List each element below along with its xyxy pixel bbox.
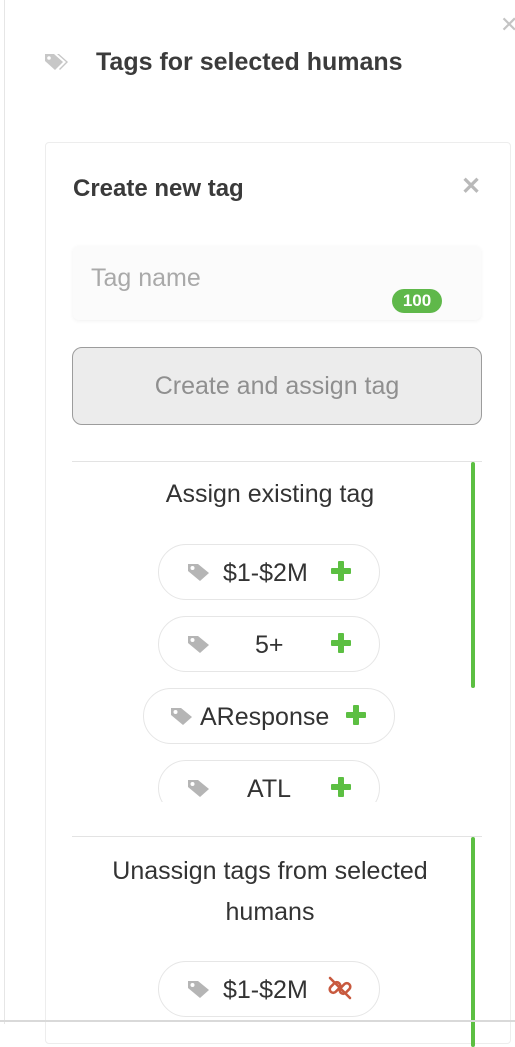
unassign-heading: Unassign tags from selected [112,857,428,885]
tag-icon [171,708,192,725]
bottom-border [0,1020,515,1022]
tag-icon [188,636,209,653]
page-title: Tags for selected humans [96,47,403,76]
close-icon[interactable]: ✕ [461,175,481,199]
tag-chip[interactable]: $1-$2M [158,544,380,600]
tag-icon [188,780,209,797]
tag-chip[interactable]: AResponse [143,688,395,744]
sidebar-header: Tags for selected humans [44,46,403,78]
unlink-icon[interactable] [327,975,353,1001]
tags-icon [45,54,68,70]
tag-icon [188,981,209,998]
tag-label: ATL [247,775,291,802]
panel-left-border [4,0,5,1024]
unassign-section: Unassign tags from selected humans $1-$2… [72,836,482,1047]
tag-label: AResponse [200,703,330,731]
create-tag-panel: Create new tag ✕ 100 Create and assign t… [45,142,511,1047]
assign-existing-section: Assign existing tag $1-$2M 5+ AResponse … [72,461,482,802]
plus-icon[interactable] [329,631,353,655]
plus-icon[interactable] [329,775,353,799]
create-tag-title: Create new tag [73,175,244,202]
char-counter-badge: 100 [392,289,442,313]
tag-label: $1-$2M [223,559,308,587]
tag-label: $1-$2M [223,976,308,1004]
assign-heading: Assign existing tag [165,480,375,508]
create-and-assign-button[interactable]: Create and assign tag [72,347,482,425]
plus-icon[interactable] [344,703,368,727]
scrollbar[interactable] [471,462,475,688]
plus-icon[interactable] [329,559,353,583]
tag-icon [188,564,209,581]
close-icon[interactable]: ✕ [500,14,515,36]
tag-label: 5+ [255,631,284,659]
scrollbar[interactable] [471,837,475,1047]
unassign-heading-cont: humans [225,898,315,926]
tag-chip[interactable]: ATL [158,760,380,802]
tag-chip[interactable]: 5+ [158,616,380,672]
tag-chip[interactable]: $1-$2M [158,961,380,1017]
